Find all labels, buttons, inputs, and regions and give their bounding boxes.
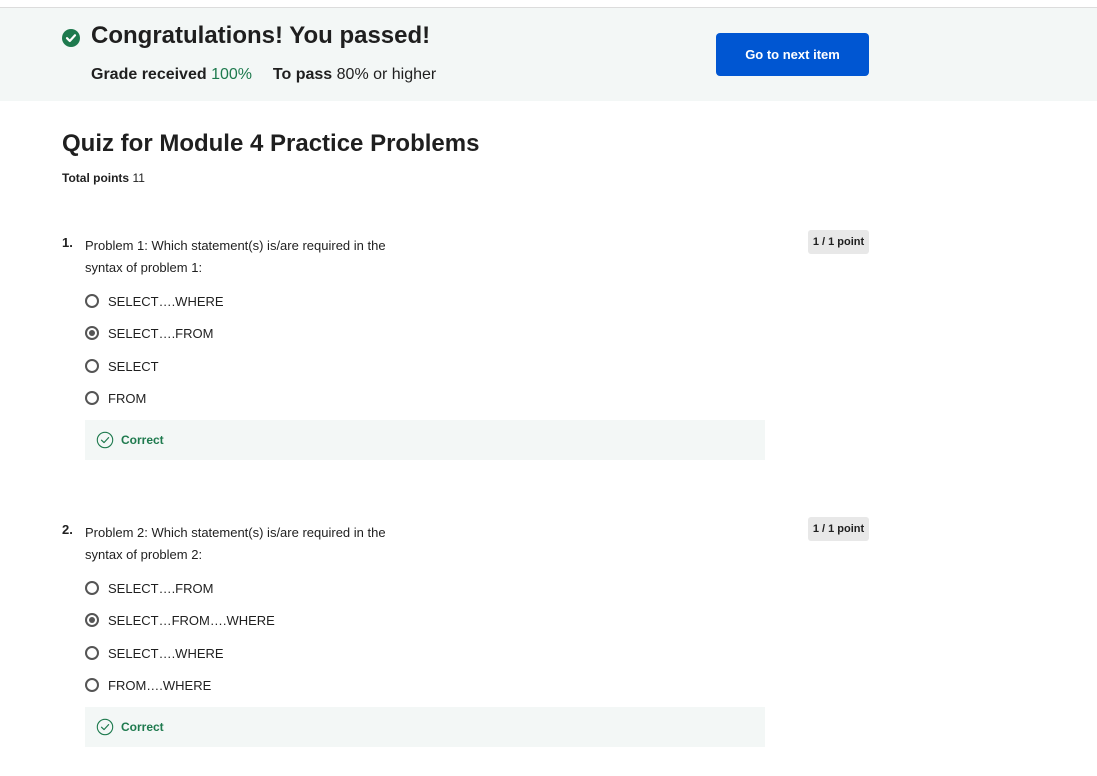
total-points: Total points 11: [62, 171, 145, 185]
answer-option[interactable]: SELECT….FROM: [85, 578, 213, 598]
feedback-text: Correct: [121, 433, 164, 447]
pass-banner: Congratulations! You passed! Grade recei…: [0, 8, 1097, 101]
answer-option[interactable]: SELECT…FROM….WHERE: [85, 610, 275, 630]
option-label: FROM….WHERE: [108, 677, 212, 693]
question-text: Problem 1: Which statement(s) is/are req…: [85, 238, 386, 275]
radio-button[interactable]: [85, 294, 99, 308]
answer-option[interactable]: SELECT….WHERE: [85, 291, 224, 311]
answer-option[interactable]: SELECT….WHERE: [85, 643, 224, 663]
radio-button-selected[interactable]: [85, 326, 99, 340]
option-label: SELECT….FROM: [108, 325, 214, 341]
check-circle-filled-icon: [62, 29, 80, 47]
option-label: SELECT…FROM….WHERE: [108, 612, 275, 628]
banner-title: Congratulations! You passed!: [91, 22, 431, 49]
check-circle-outline-icon: [96, 718, 114, 736]
question-text: Problem 2: Which statement(s) is/are req…: [85, 525, 386, 562]
total-points-value: 11: [132, 171, 145, 185]
top-divider: [0, 0, 1097, 8]
option-label: SELECT: [108, 358, 159, 374]
grade-label: Grade received: [91, 66, 207, 83]
feedback-box: Correct: [85, 420, 765, 460]
feedback-text: Correct: [121, 720, 164, 734]
radio-button[interactable]: [85, 359, 99, 373]
pass-value: 80% or higher: [336, 66, 437, 83]
go-to-next-item-button[interactable]: Go to next item: [716, 33, 869, 76]
radio-button[interactable]: [85, 678, 99, 692]
pass-label: To pass: [272, 66, 333, 83]
question-number: 1.: [62, 235, 73, 250]
grade-line: Grade received 100% To pass 80% or highe…: [91, 66, 436, 84]
check-circle-outline-icon: [96, 431, 114, 449]
answer-option[interactable]: SELECT: [85, 356, 159, 376]
radio-button-selected[interactable]: [85, 613, 99, 627]
option-label: SELECT….FROM: [108, 580, 214, 596]
radio-button[interactable]: [85, 646, 99, 660]
question-number: 2.: [62, 522, 73, 537]
option-label: FROM: [108, 390, 147, 406]
grade-value: 100%: [211, 66, 252, 83]
total-points-label: Total points: [62, 171, 130, 185]
quiz-title: Quiz for Module 4 Practice Problems: [62, 130, 480, 157]
radio-button[interactable]: [85, 581, 99, 595]
points-badge: 1 / 1 point: [808, 230, 869, 254]
answer-option[interactable]: FROM: [85, 388, 146, 408]
radio-button[interactable]: [85, 391, 99, 405]
points-badge: 1 / 1 point: [808, 517, 869, 541]
answer-option[interactable]: FROM….WHERE: [85, 675, 211, 695]
answer-option[interactable]: SELECT….FROM: [85, 323, 213, 343]
feedback-box: Correct: [85, 707, 765, 747]
option-label: SELECT….WHERE: [108, 293, 224, 309]
option-label: SELECT….WHERE: [108, 645, 224, 661]
